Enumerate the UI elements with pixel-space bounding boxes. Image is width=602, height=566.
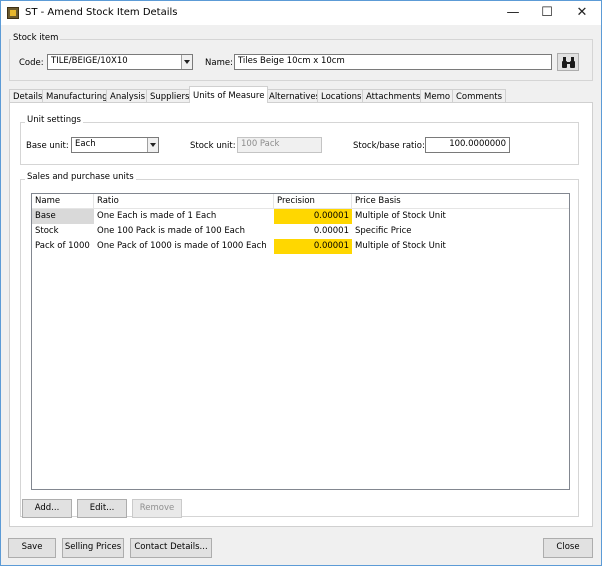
base-unit-label: Base unit: <box>26 141 69 151</box>
tab-suppliers[interactable]: Suppliers <box>146 89 194 103</box>
cell-precision[interactable]: 0.00001 <box>274 239 352 254</box>
amend-stock-item-window: ST - Amend Stock Item Details — ☐ ✕ Stoc… <box>0 0 602 566</box>
table-row[interactable]: Base One Each is made of 1 Each 0.00001 … <box>32 209 569 224</box>
code-value: TILE/BEIGE/10X10 <box>51 56 128 66</box>
tab-attachments[interactable]: Attachments <box>362 89 425 103</box>
stock-unit-label: Stock unit: <box>190 141 236 151</box>
tab-manufacturing[interactable]: Manufacturing <box>42 89 112 103</box>
save-button[interactable]: Save <box>8 538 56 558</box>
units-grid[interactable]: Name Ratio Precision Price Basis Base On… <box>31 193 570 490</box>
table-row[interactable]: Pack of 1000 One Pack of 1000 is made of… <box>32 239 569 254</box>
sales-purchase-units-group-label: Sales and purchase units <box>25 172 136 182</box>
minimize-button[interactable]: — <box>496 1 530 25</box>
tab-memo[interactable]: Memo <box>420 89 455 103</box>
column-header-precision[interactable]: Precision <box>274 194 352 209</box>
column-header-name[interactable]: Name <box>32 194 94 209</box>
tab-units-of-measure[interactable]: Units of Measure <box>189 86 269 103</box>
chevron-down-icon[interactable] <box>181 55 192 69</box>
code-combobox[interactable]: TILE/BEIGE/10X10 <box>47 54 193 70</box>
find-button[interactable] <box>557 53 579 71</box>
stock-base-ratio-input[interactable]: 100.0000000 <box>425 137 510 153</box>
cell-price-basis[interactable]: Specific Price <box>352 224 569 239</box>
base-unit-combobox[interactable]: Each <box>71 137 159 153</box>
selling-prices-button[interactable]: Selling Prices <box>62 538 124 558</box>
window-title: ST - Amend Stock Item Details <box>25 7 178 18</box>
tab-analysis[interactable]: Analysis <box>106 89 150 103</box>
cell-ratio[interactable]: One 100 Pack is made of 100 Each <box>94 224 274 239</box>
cell-name[interactable]: Stock <box>32 224 94 239</box>
cell-ratio[interactable]: One Pack of 1000 is made of 1000 Each <box>94 239 274 254</box>
base-unit-value: Each <box>75 139 96 149</box>
remove-button[interactable]: Remove <box>132 499 182 518</box>
table-row[interactable]: Stock One 100 Pack is made of 100 Each 0… <box>32 224 569 239</box>
cell-name[interactable]: Pack of 1000 <box>32 239 94 254</box>
contact-details-button[interactable]: Contact Details... <box>130 538 212 558</box>
maximize-button[interactable]: ☐ <box>530 1 564 25</box>
close-window-button[interactable]: ✕ <box>565 1 599 25</box>
tab-locations[interactable]: Locations <box>317 89 366 103</box>
name-input[interactable]: Tiles Beige 10cm x 10cm <box>234 54 552 70</box>
tab-comments[interactable]: Comments <box>452 89 507 103</box>
column-header-ratio[interactable]: Ratio <box>94 194 274 209</box>
edit-button[interactable]: Edit... <box>77 499 127 518</box>
stock-item-group-label: Stock item <box>11 33 61 43</box>
app-icon <box>7 7 19 19</box>
close-button[interactable]: Close <box>543 538 593 558</box>
name-label: Name: <box>205 58 233 68</box>
grid-header: Name Ratio Precision Price Basis <box>32 194 569 209</box>
cell-ratio[interactable]: One Each is made of 1 Each <box>94 209 274 224</box>
cell-price-basis[interactable]: Multiple of Stock Unit <box>352 209 569 224</box>
stock-base-ratio-label: Stock/base ratio: <box>353 141 425 151</box>
cell-precision[interactable]: 0.00001 <box>274 224 352 239</box>
chevron-down-icon[interactable] <box>147 138 158 152</box>
cell-precision[interactable]: 0.00001 <box>274 209 352 224</box>
cell-price-basis[interactable]: Multiple of Stock Unit <box>352 239 569 254</box>
column-header-price-basis[interactable]: Price Basis <box>352 194 569 209</box>
unit-settings-group-label: Unit settings <box>25 115 83 125</box>
binoculars-icon <box>562 57 575 68</box>
add-button[interactable]: Add... <box>22 499 72 518</box>
tab-details[interactable]: Details <box>9 89 47 103</box>
title-bar: ST - Amend Stock Item Details — ☐ ✕ <box>1 1 601 25</box>
cell-name[interactable]: Base <box>32 209 94 224</box>
stock-unit-field: 100 Pack <box>237 137 322 153</box>
code-label: Code: <box>19 58 44 68</box>
tab-alternatives[interactable]: Alternatives <box>265 89 325 103</box>
